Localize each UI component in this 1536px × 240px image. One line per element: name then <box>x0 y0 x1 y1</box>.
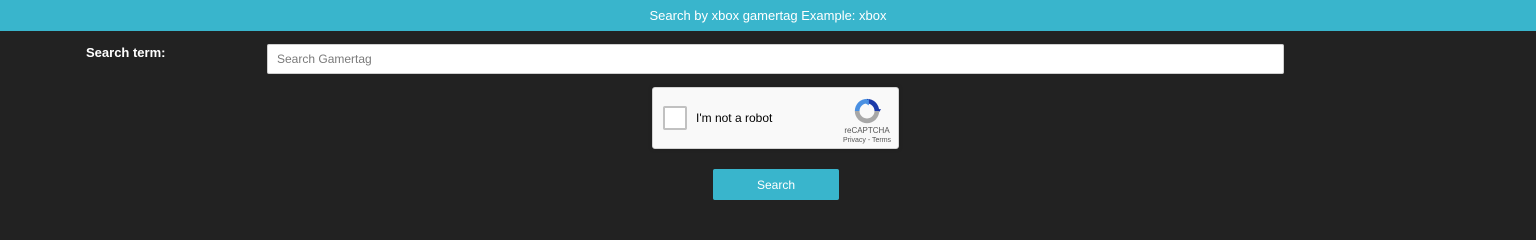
gamertag-search-input[interactable] <box>267 44 1284 74</box>
recaptcha-widget: I'm not a robot reCAPTCHA Privacy - Term… <box>652 87 899 149</box>
recaptcha-brand-text: reCAPTCHA <box>844 126 890 135</box>
search-term-label: Search term: <box>86 45 166 60</box>
recaptcha-privacy-link[interactable]: Privacy <box>843 137 866 144</box>
recaptcha-logo-icon <box>854 98 882 124</box>
banner-text: Search by xbox gamertag Example: xbox <box>649 8 887 23</box>
recaptcha-terms-link[interactable]: Terms <box>872 137 891 144</box>
header-banner: Search by xbox gamertag Example: xbox <box>0 0 1536 31</box>
search-button[interactable]: Search <box>713 169 839 200</box>
recaptcha-checkbox[interactable] <box>663 106 687 130</box>
recaptcha-links: Privacy - Terms <box>835 137 899 144</box>
recaptcha-checkbox-label: I'm not a robot <box>696 111 773 125</box>
